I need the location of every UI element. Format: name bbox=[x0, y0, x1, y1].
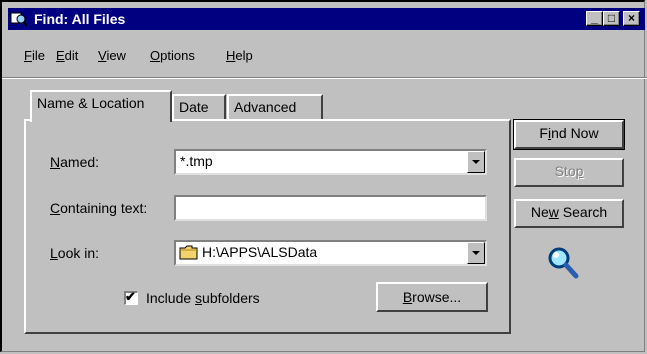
new-search-button[interactable]: New Search bbox=[514, 199, 624, 228]
menu-file[interactable]: File bbox=[24, 48, 45, 63]
named-input[interactable]: *.tmp bbox=[180, 153, 213, 169]
find-now-button[interactable]: Find Now bbox=[513, 119, 625, 150]
tab-date[interactable]: Date bbox=[172, 94, 226, 120]
look-in-label: Look in: bbox=[50, 245, 100, 261]
chevron-down-icon bbox=[472, 251, 480, 255]
title-bar[interactable]: Find: All Files _ □ × bbox=[8, 8, 645, 30]
look-in-value: H:\APPS\ALSData bbox=[202, 244, 318, 260]
folder-icon bbox=[179, 245, 198, 263]
named-dropdown-button[interactable] bbox=[467, 151, 485, 173]
containing-text-label: Containing text: bbox=[50, 200, 148, 216]
include-subfolders-checkbox[interactable]: ✔ bbox=[124, 289, 138, 305]
find-app-icon bbox=[10, 10, 28, 28]
find-window: Find: All Files _ □ × File Edit View Opt… bbox=[0, 0, 647, 352]
browse-button[interactable]: Browse... bbox=[376, 282, 488, 312]
tab-name-location-label: Name & Location bbox=[37, 95, 145, 111]
containing-text-input[interactable] bbox=[174, 195, 487, 221]
minimize-button[interactable]: _ bbox=[586, 11, 603, 26]
name-location-panel: Named: *.tmp Containing text: Look in: H… bbox=[24, 119, 511, 334]
tab-advanced-label: Advanced bbox=[234, 99, 297, 115]
close-button[interactable]: × bbox=[623, 11, 640, 26]
menu-view[interactable]: View bbox=[98, 48, 126, 63]
tab-name-location[interactable]: Name & Location bbox=[30, 90, 172, 122]
menu-help[interactable]: Help bbox=[226, 48, 253, 63]
include-subfolders-label[interactable]: Include subfolders bbox=[146, 290, 260, 306]
window-title: Find: All Files bbox=[34, 11, 126, 27]
menu-edit[interactable]: Edit bbox=[56, 48, 78, 63]
magnifier-icon bbox=[546, 245, 580, 284]
stop-button[interactable]: Stop bbox=[514, 158, 624, 187]
tab-advanced[interactable]: Advanced bbox=[227, 94, 323, 120]
checkmark-icon: ✔ bbox=[125, 289, 136, 304]
menu-options[interactable]: Options bbox=[150, 48, 195, 63]
chevron-down-icon bbox=[472, 160, 480, 164]
look-in-combo[interactable]: H:\APPS\ALSData bbox=[174, 240, 487, 266]
named-label: Named: bbox=[50, 154, 100, 170]
tab-date-label: Date bbox=[179, 99, 209, 115]
menu-separator bbox=[2, 77, 647, 79]
maximize-button[interactable]: □ bbox=[603, 11, 620, 26]
look-in-dropdown-button[interactable] bbox=[467, 242, 485, 264]
named-combo[interactable]: *.tmp bbox=[174, 149, 487, 175]
